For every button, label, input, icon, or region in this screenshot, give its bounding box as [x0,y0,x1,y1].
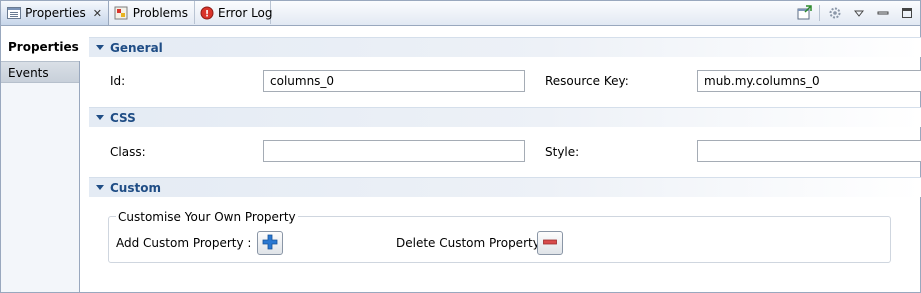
section-title: CSS [110,110,136,125]
minimize-icon[interactable] [874,4,892,22]
delete-custom-property-button[interactable] [537,231,563,255]
section-title: Custom [110,180,161,195]
collapse-icon[interactable] [96,185,104,190]
tab-error-log[interactable]: ! Error Log [195,1,273,24]
view-toolbar [795,3,916,23]
view-menu-icon[interactable] [850,4,868,22]
sidebar-item-label: Properties [8,40,79,54]
properties-view-icon [6,5,21,21]
resource-key-label: Resource Key: [545,74,629,88]
id-label: Id: [110,74,126,88]
maximize-icon[interactable] [898,4,916,22]
properties-view: Properties ✕ Problems ! Error Log Proper… [0,0,921,293]
add-custom-property-button[interactable] [257,231,283,255]
close-icon[interactable]: ✕ [93,7,102,20]
properties-tab-list: Properties Events [1,26,80,292]
collapse-icon[interactable] [96,45,104,50]
minus-icon [542,234,558,253]
svg-text:!: ! [205,9,209,19]
properties-content: General Id: Resource Key: CSS Class: Sty… [80,26,921,292]
tab-label: Error Log [218,5,273,20]
style-field[interactable] [697,140,921,162]
plus-icon [262,234,278,253]
resource-key-field[interactable] [697,70,921,92]
collapse-icon[interactable] [96,115,104,120]
id-field[interactable] [263,70,525,92]
section-title: General [110,40,163,55]
tab-label: Properties [25,6,86,20]
pin-editor-icon[interactable] [795,4,813,22]
tab-label: Problems [132,5,188,20]
section-general-header[interactable]: General [89,37,921,57]
group-title: Customise Your Own Property [116,210,298,224]
add-custom-property-label: Add Custom Property : [116,236,252,250]
section-css-header[interactable]: CSS [89,107,921,127]
style-label: Style: [545,145,580,159]
class-label: Class: [110,145,146,159]
sidebar-item-properties[interactable]: Properties [1,26,80,61]
toolbar-separator [819,5,820,21]
delete-custom-property-label: Delete Custom Property : [396,236,548,250]
settings-icon[interactable] [826,4,844,22]
problems-icon [114,5,129,21]
class-field[interactable] [263,140,525,162]
sidebar-item-events[interactable]: Events [1,61,79,83]
tab-properties[interactable]: Properties ✕ [1,1,109,25]
section-custom-header[interactable]: Custom [89,177,921,197]
error-log-icon: ! [200,5,214,21]
sidebar-item-label: Events [8,66,49,80]
tab-problems[interactable]: Problems [109,1,195,24]
view-tab-bar: Properties ✕ Problems ! Error Log [1,1,920,26]
